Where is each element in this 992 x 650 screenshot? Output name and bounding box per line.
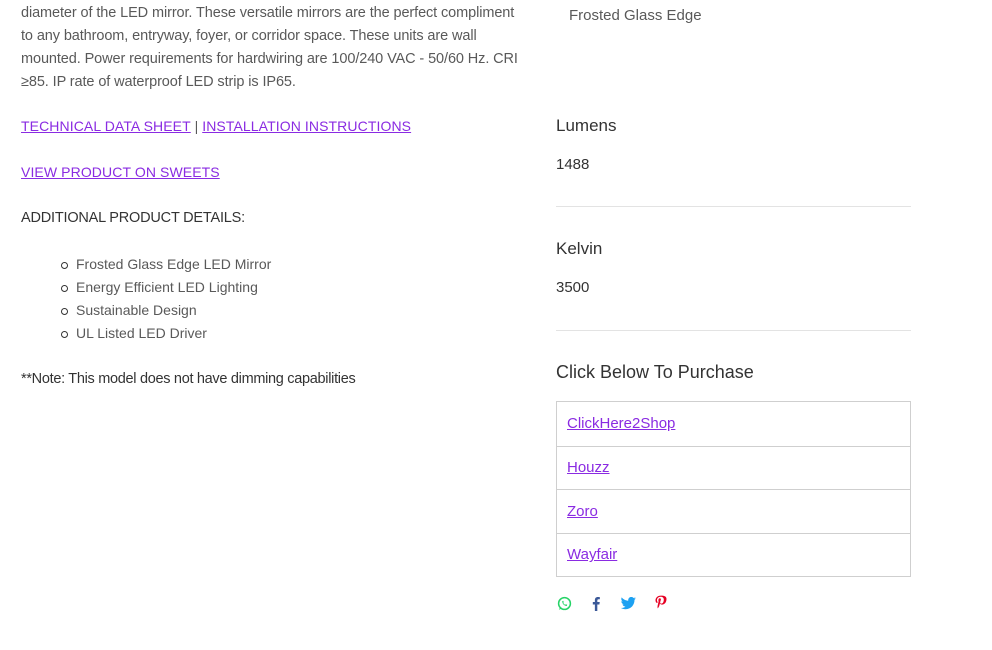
share-bar [556,595,684,611]
table-row: Houzz [557,445,910,490]
installation-instructions-link[interactable]: INSTALLATION INSTRUCTIONS [202,118,411,134]
table-row: ClickHere2Shop [557,402,910,446]
retailer-link-clickhere2shop[interactable]: ClickHere2Shop [567,415,675,432]
lumens-label: Lumens [556,116,617,135]
additional-details-list: Frosted Glass Edge LED Mirror Energy Eff… [21,253,526,345]
list-item: UL Listed LED Driver [61,322,526,345]
retailer-link-houzz[interactable]: Houzz [567,459,610,476]
table-row: Wayfair [557,532,910,577]
divider [556,330,911,331]
view-on-sweets-link[interactable]: VIEW PRODUCT ON SWEETS [21,164,220,180]
facebook-icon[interactable] [588,595,604,611]
product-description: diameter of the LED mirror. These versat… [21,5,518,90]
kelvin-label: Kelvin [556,239,603,258]
link-separator: | [194,118,199,134]
document-links: TECHNICAL DATA SHEET | INSTALLATION INST… [21,115,526,138]
purchase-title: Click Below To Purchase [556,362,754,382]
dimming-note: **Note: This model does not have dimming… [21,371,356,387]
divider [556,206,911,207]
kelvin-value: 3500 [556,279,590,296]
pinterest-icon[interactable] [652,595,668,611]
lumens-value: 1488 [556,156,590,173]
list-item: Frosted Glass Edge LED Mirror [61,253,526,276]
technical-data-sheet-link[interactable]: TECHNICAL DATA SHEET [21,118,191,134]
additional-details-heading: ADDITIONAL PRODUCT DETAILS: [21,210,245,226]
list-item: Energy Efficient LED Lighting [61,276,526,299]
retailer-link-zoro[interactable]: Zoro [567,503,598,520]
edge-option-value: Frosted Glass Edge [569,7,702,24]
whatsapp-icon[interactable] [556,595,572,611]
retailer-table: ClickHere2Shop Houzz Zoro Wayfair [556,401,911,577]
sweets-link-row: VIEW PRODUCT ON SWEETS [21,161,526,184]
twitter-icon[interactable] [620,595,636,611]
product-description-column: diameter of the LED mirror. These versat… [21,0,526,391]
retailer-link-wayfair[interactable]: Wayfair [567,546,617,563]
table-row: Zoro [557,489,910,533]
list-item: Sustainable Design [61,299,526,322]
